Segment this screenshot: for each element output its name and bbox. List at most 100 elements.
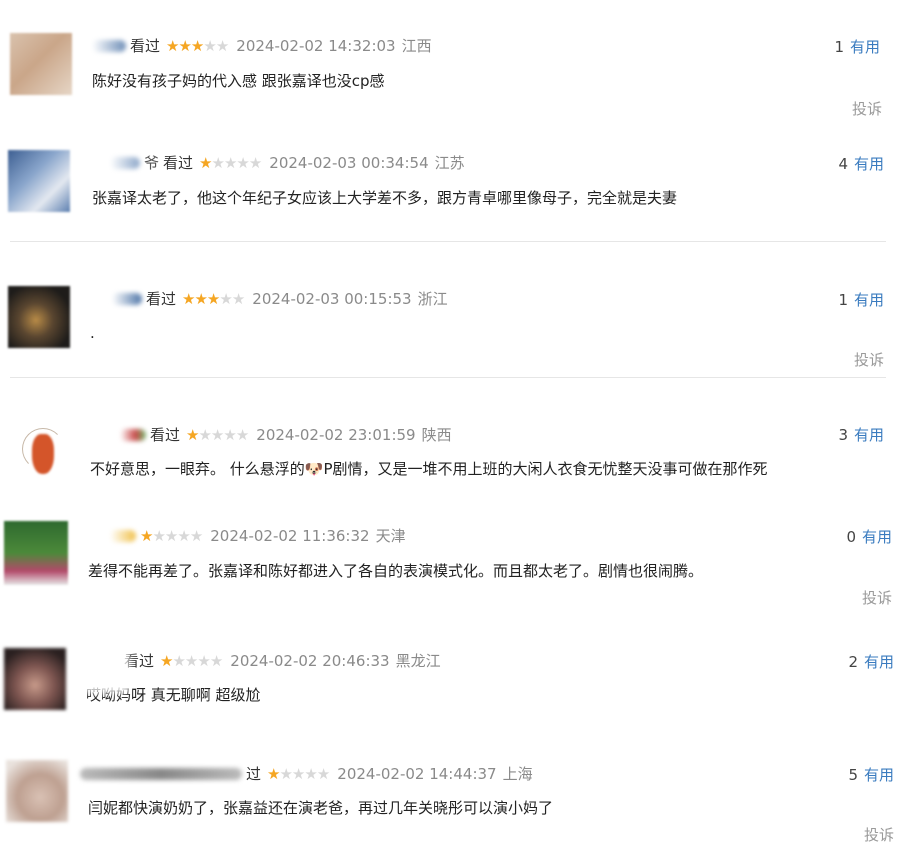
comment-time: 2024-02-02 14:32:03 <box>236 37 396 55</box>
report-button[interactable]: 投诉 <box>854 349 884 370</box>
star-filled-icon: ★ <box>190 37 204 55</box>
useful-vote: 1 有用 <box>834 37 880 57</box>
avatar[interactable] <box>8 286 70 348</box>
avatar[interactable] <box>14 420 76 482</box>
comment-time: 2024-02-02 20:46:33 <box>230 652 390 670</box>
useful-count: 2 <box>848 653 858 671</box>
comment-time: 2024-02-03 00:34:54 <box>269 154 429 172</box>
comment-content: 差得不能再差了。张嘉译和陈好都进入了各自的表演模式化。而且都太老了。剧情也很闹腾… <box>88 562 704 580</box>
star-empty-icon: ★ <box>215 37 229 55</box>
star-empty-icon: ★ <box>210 426 224 444</box>
useful-count: 5 <box>848 766 858 784</box>
useful-button[interactable]: 有用 <box>854 425 884 445</box>
rating-stars: ★ ★ ★ ★ ★ <box>166 36 229 56</box>
comment-content: . <box>90 324 95 342</box>
star-empty-icon: ★ <box>223 154 237 172</box>
useful-count: 0 <box>846 528 856 546</box>
rating-stars: ★ ★ ★ ★ ★ <box>186 425 249 445</box>
useful-count: 3 <box>838 426 848 444</box>
useful-vote: 3 有用 <box>838 425 884 445</box>
comment-time: 2024-02-02 23:01:59 <box>256 426 416 444</box>
username[interactable] <box>112 293 142 305</box>
comment-content: 张嘉译太老了，他这个年纪子女应该上大学差不多，跟方青卓哪里像母子，完全就是夫妻 <box>92 189 678 207</box>
comment-region: 黑龙江 <box>395 652 441 670</box>
star-filled-icon: ★ <box>267 765 280 783</box>
comment-time: 2024-02-02 14:44:37 <box>337 765 497 783</box>
report-button[interactable]: 投诉 <box>852 98 882 119</box>
star-empty-icon: ★ <box>236 154 249 172</box>
rating-stars: ★ ★ ★ ★ ★ <box>160 651 223 671</box>
avatar[interactable] <box>4 648 66 710</box>
useful-count: 1 <box>838 291 848 309</box>
comment-region: 江西 <box>401 37 432 55</box>
username[interactable] <box>110 157 140 169</box>
star-filled-icon: ★ <box>199 154 212 172</box>
useful-vote: 2 有用 <box>848 652 894 672</box>
avatar[interactable] <box>10 33 72 95</box>
rating-stars: ★ ★ ★ ★ ★ <box>140 526 203 546</box>
star-filled-icon: ★ <box>160 652 173 670</box>
star-empty-icon: ★ <box>152 527 165 545</box>
star-filled-icon: ★ <box>182 290 195 308</box>
watch-status: 过 <box>246 765 262 783</box>
useful-button[interactable]: 有用 <box>864 652 894 672</box>
comment-region: 江苏 <box>434 154 465 172</box>
star-empty-icon: ★ <box>211 154 224 172</box>
star-filled-icon: ★ <box>194 290 207 308</box>
comment-meta: 看过 ★ ★ ★ ★ ★ 2024-02-02 23:01:59 陕西 <box>120 425 452 445</box>
avatar[interactable] <box>6 760 68 822</box>
avatar[interactable] <box>4 521 68 585</box>
star-empty-icon: ★ <box>316 765 330 783</box>
star-empty-icon: ★ <box>197 652 210 670</box>
comment-meta: 爷 看过 ★ ★ ★ ★ ★ 2024-02-03 00:34:54 江苏 <box>110 153 465 173</box>
username[interactable] <box>80 768 242 780</box>
dog-emoji-icon: 🐶 <box>304 460 324 478</box>
useful-button[interactable]: 有用 <box>854 290 884 310</box>
star-filled-icon: ★ <box>178 37 191 55</box>
star-empty-icon: ★ <box>198 426 211 444</box>
star-empty-icon: ★ <box>223 426 236 444</box>
star-empty-icon: ★ <box>164 527 178 545</box>
star-filled-icon: ★ <box>166 37 179 55</box>
report-button[interactable]: 投诉 <box>864 824 894 845</box>
star-filled-icon: ★ <box>140 527 153 545</box>
comment-meta: 过 ★ ★ ★ ★ ★ 2024-02-02 14:44:37 上海 <box>80 764 533 784</box>
star-empty-icon: ★ <box>279 765 292 783</box>
comment-content: 不好意思，一眼弃。 什么悬浮的🐶P剧情，又是一堆不用上班的大闲人衣食无忧整天没事… <box>90 458 768 480</box>
useful-button[interactable]: 有用 <box>850 37 880 57</box>
comment-meta: 看过 ★ ★ ★ ★ ★ 2024-02-02 20:46:33 黑龙江 <box>110 651 441 671</box>
useful-button[interactable]: 有用 <box>864 765 894 785</box>
useful-vote: 0 有用 <box>846 527 892 547</box>
star-empty-icon: ★ <box>177 527 190 545</box>
rating-stars: ★ ★ ★ ★ ★ <box>267 764 330 784</box>
username[interactable] <box>110 530 136 542</box>
star-empty-icon: ★ <box>172 652 185 670</box>
useful-vote: 4 有用 <box>838 154 884 174</box>
rating-stars: ★ ★ ★ ★ ★ <box>199 153 262 173</box>
useful-button[interactable]: 有用 <box>854 154 884 174</box>
star-empty-icon: ★ <box>235 426 249 444</box>
comment-content: 闫妮都快演奶奶了，张嘉益还在演老爸，再过几年关晓彤可以演小妈了 <box>88 799 554 817</box>
username[interactable] <box>92 40 126 52</box>
comment-region: 天津 <box>375 527 406 545</box>
comment-meta: 看过 ★ ★ ★ ★ ★ 2024-02-02 14:32:03 江西 <box>92 36 432 56</box>
avatar[interactable] <box>8 150 70 212</box>
comment-time: 2024-02-03 00:15:53 <box>252 290 412 308</box>
useful-count: 1 <box>834 38 844 56</box>
star-empty-icon: ★ <box>219 290 232 308</box>
star-empty-icon: ★ <box>248 154 262 172</box>
watch-status: 看过 <box>163 154 194 172</box>
watch-status: 看过 <box>146 290 177 308</box>
star-empty-icon: ★ <box>189 527 203 545</box>
comment-content-part: P剧情，又是一堆不用上班的大闲人衣食无忧整天没事可做在那作死 <box>323 460 768 478</box>
username[interactable] <box>120 429 146 441</box>
watch-status: 看过 <box>130 37 161 55</box>
blur-overlay <box>82 648 130 694</box>
star-empty-icon: ★ <box>209 652 223 670</box>
rating-stars: ★ ★ ★ ★ ★ <box>182 289 245 309</box>
star-empty-icon: ★ <box>231 290 245 308</box>
star-empty-icon: ★ <box>291 765 305 783</box>
report-button[interactable]: 投诉 <box>862 587 892 608</box>
comment-region: 上海 <box>502 765 533 783</box>
useful-button[interactable]: 有用 <box>862 527 892 547</box>
